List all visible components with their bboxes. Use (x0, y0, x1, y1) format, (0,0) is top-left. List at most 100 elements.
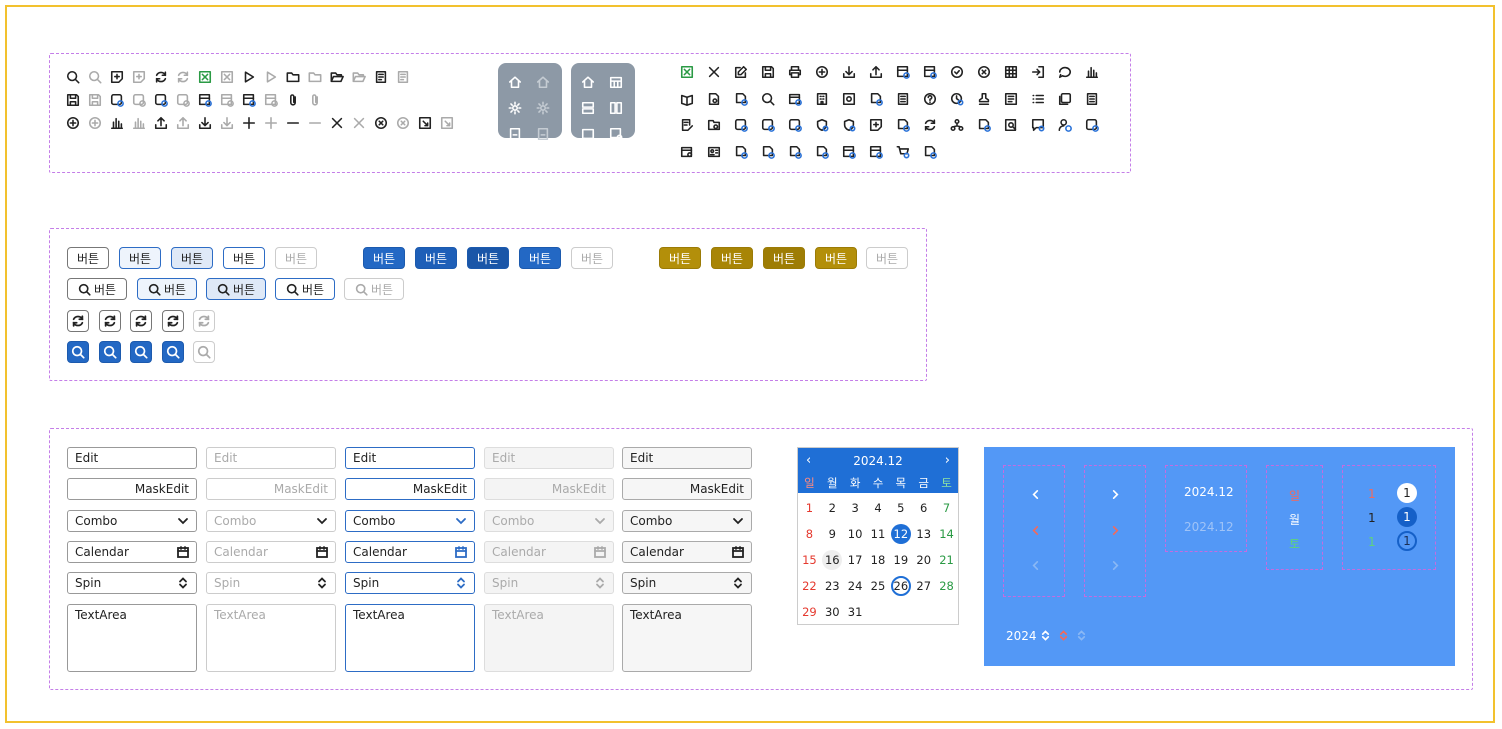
view-search-icon[interactable] (835, 88, 862, 110)
check-circle-icon[interactable] (943, 61, 970, 83)
calendar-day[interactable]: 19 (889, 547, 912, 573)
clock-icon[interactable] (943, 88, 970, 110)
split-horizontal-icon[interactable] (577, 97, 599, 119)
database-add-icon[interactable] (1078, 114, 1105, 136)
maskedit-normal[interactable]: MaskEdit (67, 478, 197, 500)
refresh-icon[interactable] (150, 66, 172, 88)
button-focused[interactable]: 버튼 (223, 247, 265, 269)
calendar-day[interactable]: 8 (798, 521, 821, 547)
edit-icon[interactable] (727, 61, 754, 83)
maskedit-focused[interactable]: MaskEdit (345, 478, 475, 500)
calendar-day[interactable]: 29 (798, 599, 821, 625)
calendar-day[interactable]: 11 (867, 521, 890, 547)
gold-button-hover[interactable]: 버튼 (711, 247, 753, 269)
id-card-icon[interactable] (700, 141, 727, 163)
window-icon[interactable] (577, 123, 599, 145)
calendar-day[interactable]: 26 (889, 573, 912, 599)
bar-chart-icon[interactable] (1078, 61, 1105, 83)
document-add-icon[interactable] (727, 88, 754, 110)
doc-blue-icon-4[interactable] (808, 141, 835, 163)
calendar-day[interactable]: 21 (935, 547, 958, 573)
calendar-search-icon[interactable] (673, 141, 700, 163)
db-sync-icon-1[interactable] (727, 114, 754, 136)
day-today[interactable]: 1 (1397, 507, 1417, 527)
calendar-day[interactable]: 1 (798, 495, 821, 521)
search-button-focused[interactable]: 버튼 (275, 278, 335, 300)
stamp-icon[interactable] (970, 88, 997, 110)
close-icon[interactable] (326, 112, 348, 134)
calendar-day[interactable]: 12 (889, 521, 912, 547)
document-settings-icon[interactable] (970, 114, 997, 136)
grid-icon[interactable] (997, 61, 1024, 83)
chevron-left-icon[interactable] (1030, 489, 1041, 503)
doc-blue-icon-1[interactable] (727, 141, 754, 163)
search-button-hover[interactable]: 버튼 (137, 278, 197, 300)
table-edit-icon[interactable] (916, 61, 943, 83)
spin-arrows-icon[interactable] (1040, 630, 1051, 644)
calendar-day[interactable]: 2 (821, 495, 844, 521)
calendar-focused[interactable]: Calendar (345, 541, 475, 563)
calendar-day[interactable]: 5 (889, 495, 912, 521)
calendar-day[interactable]: 28 (935, 573, 958, 599)
calendar-day[interactable]: 9 (821, 521, 844, 547)
search-icon-button-pressed[interactable] (130, 341, 152, 363)
db-sync-icon-2[interactable] (754, 114, 781, 136)
download-icon[interactable] (194, 112, 216, 134)
spin-normal[interactable]: Spin (67, 572, 197, 594)
calendar-day[interactable]: 4 (867, 495, 890, 521)
shield-icon-2[interactable] (835, 114, 862, 136)
document-icon[interactable] (370, 66, 392, 88)
bullet-list-icon[interactable] (1024, 88, 1051, 110)
gold-button-focused[interactable]: 버튼 (815, 247, 857, 269)
cross-icon[interactable] (700, 61, 727, 83)
home-filled-icon[interactable] (577, 71, 599, 93)
button-pressed[interactable]: 버튼 (171, 247, 213, 269)
magnifier-icon[interactable] (754, 88, 781, 110)
table-blue-icon-2[interactable] (862, 141, 889, 163)
calendar-day[interactable]: 31 (844, 599, 867, 625)
attachment-icon[interactable] (282, 89, 304, 111)
spin-read[interactable]: Spin (622, 572, 752, 594)
copy-icon[interactable] (1051, 88, 1078, 110)
table-add-icon[interactable] (194, 89, 216, 111)
shield-icon-1[interactable] (808, 114, 835, 136)
chevron-left-icon-hover[interactable] (1030, 525, 1041, 539)
chart-icon[interactable] (106, 112, 128, 134)
download-icon[interactable] (835, 61, 862, 83)
table-blue-icon-1[interactable] (835, 141, 862, 163)
calendar-day[interactable]: 16 (821, 547, 844, 573)
close-circle-icon[interactable] (970, 61, 997, 83)
calendar-day[interactable]: 10 (844, 521, 867, 547)
home-icon[interactable] (504, 71, 526, 93)
refresh-button-normal[interactable] (67, 310, 89, 332)
chevron-right-icon[interactable] (1110, 489, 1121, 503)
db-sync-icon-3[interactable] (781, 114, 808, 136)
gold-button-normal[interactable]: 버튼 (659, 247, 701, 269)
shopping-cart-icon[interactable] (889, 141, 916, 163)
day-hover[interactable]: 1 (1397, 483, 1417, 503)
day-sunday[interactable]: 1 (1368, 487, 1376, 501)
book-icon[interactable] (673, 88, 700, 110)
combo-read[interactable]: Combo (622, 510, 752, 532)
search-icon-button-focused[interactable] (162, 341, 184, 363)
upload-icon[interactable] (862, 61, 889, 83)
day-selected[interactable]: 1 (1397, 531, 1417, 551)
day-saturday[interactable]: 1 (1368, 535, 1376, 549)
calendar-day[interactable]: 18 (867, 547, 890, 573)
file-search-icon[interactable] (997, 114, 1024, 136)
calendar-day[interactable]: 6 (912, 495, 935, 521)
database-refresh-icon[interactable] (150, 89, 172, 111)
document-check-icon[interactable] (862, 88, 889, 110)
close-circle-icon[interactable] (370, 112, 392, 134)
search-button-pressed[interactable]: 버튼 (206, 278, 266, 300)
upload-icon[interactable] (150, 112, 172, 134)
database-add-icon[interactable] (106, 89, 128, 111)
prev-month-button[interactable]: ‹ (806, 453, 811, 468)
window-settings-icon[interactable] (605, 123, 627, 145)
textarea-normal[interactable]: TextArea (67, 604, 197, 672)
combo-normal[interactable]: Combo (67, 510, 197, 532)
calendar-grid-icon[interactable] (605, 71, 627, 93)
calendar-day[interactable]: 15 (798, 547, 821, 573)
save-icon[interactable] (62, 89, 84, 111)
calendar-day[interactable]: 14 (935, 521, 958, 547)
